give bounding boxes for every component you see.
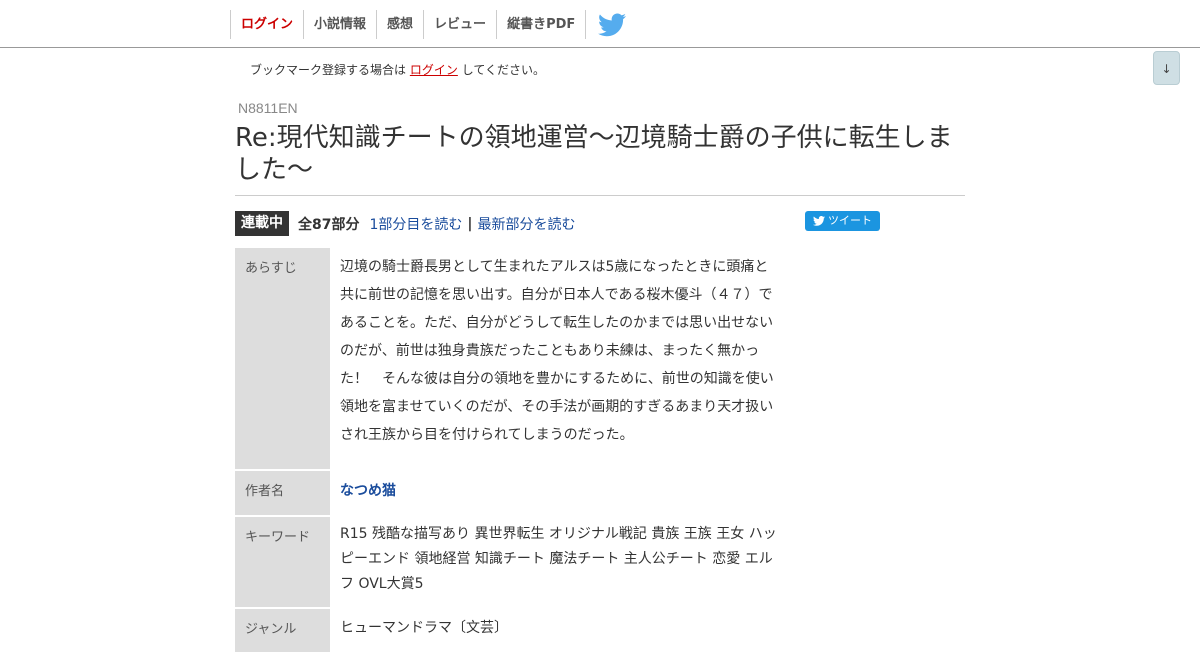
novel-code: N8811EN bbox=[238, 100, 298, 116]
top-navigation-bar: ログイン 小説情報 感想 レビュー 縦書きPDF bbox=[0, 0, 1200, 48]
summary-text: 辺境の騎士爵長男として生まれたアルスは5歳になったときに頭痛と共に前世の記憶を思… bbox=[340, 259, 774, 443]
tweet-button[interactable]: ツイート bbox=[805, 211, 880, 231]
novel-info-table: あらすじ 辺境の騎士爵長男として生まれたアルスは5歳になったときに頭痛と共に前世… bbox=[235, 246, 780, 654]
tweet-button-label: ツイート bbox=[828, 214, 872, 227]
serialization-status-badge: 連載中 bbox=[235, 211, 289, 236]
keyword-label: キーワード bbox=[235, 517, 330, 607]
bookmark-suffix: してください。 bbox=[461, 63, 545, 77]
summary-label: あらすじ bbox=[235, 248, 330, 469]
nav-vertical-pdf-link[interactable]: 縦書きPDF bbox=[496, 10, 587, 39]
tweet-bird-icon bbox=[813, 216, 825, 226]
nav-novel-info-link[interactable]: 小説情報 bbox=[303, 10, 376, 39]
nav-login-link[interactable]: ログイン bbox=[230, 10, 303, 39]
keyword-text: R15 残酷な描写あり 異世界転生 オリジナル戦記 貴族 王族 王女 ハッピーエ… bbox=[340, 526, 777, 592]
summary-row: あらすじ 辺境の騎士爵長男として生まれたアルスは5歳になったときに頭痛と共に前世… bbox=[235, 248, 780, 469]
author-cell: なつめ猫 bbox=[330, 471, 780, 515]
main-nav: ログイン 小説情報 感想 レビュー 縦書きPDF bbox=[230, 10, 587, 39]
keyword-row: キーワード R15 残酷な描写あり 異世界転生 オリジナル戦記 貴族 王族 王女… bbox=[235, 517, 780, 607]
bookmark-prefix: ブックマーク登録する場合は bbox=[250, 63, 407, 77]
nav-impressions-link[interactable]: 感想 bbox=[376, 10, 423, 39]
bookmark-login-notice: ブックマーク登録する場合は ログイン してください。 bbox=[250, 61, 545, 78]
author-link[interactable]: なつめ猫 bbox=[340, 483, 396, 499]
novel-status-row: 連載中 全87部分 1部分目を読む | 最新部分を読む bbox=[235, 211, 576, 236]
link-separator: | bbox=[467, 215, 473, 232]
read-latest-part-link[interactable]: 最新部分を読む bbox=[478, 214, 576, 234]
bookmark-login-link[interactable]: ログイン bbox=[410, 63, 458, 77]
novel-title: Re:現代知識チートの領地運営～辺境騎士爵の子供に転生しました～ bbox=[235, 122, 965, 196]
twitter-bird-icon[interactable] bbox=[598, 13, 626, 37]
read-first-part-link[interactable]: 1部分目を読む bbox=[369, 214, 462, 234]
nav-review-link[interactable]: レビュー bbox=[423, 10, 496, 39]
author-row: 作者名 なつめ猫 bbox=[235, 471, 780, 515]
genre-label: ジャンル bbox=[235, 609, 330, 652]
genre-row: ジャンル ヒューマンドラマ〔文芸〕 bbox=[235, 609, 780, 652]
author-label: 作者名 bbox=[235, 471, 330, 515]
total-parts-count: 全87部分 bbox=[298, 216, 360, 233]
scroll-down-button[interactable]: ↓ bbox=[1153, 51, 1180, 85]
genre-text: ヒューマンドラマ〔文芸〕 bbox=[340, 620, 508, 636]
